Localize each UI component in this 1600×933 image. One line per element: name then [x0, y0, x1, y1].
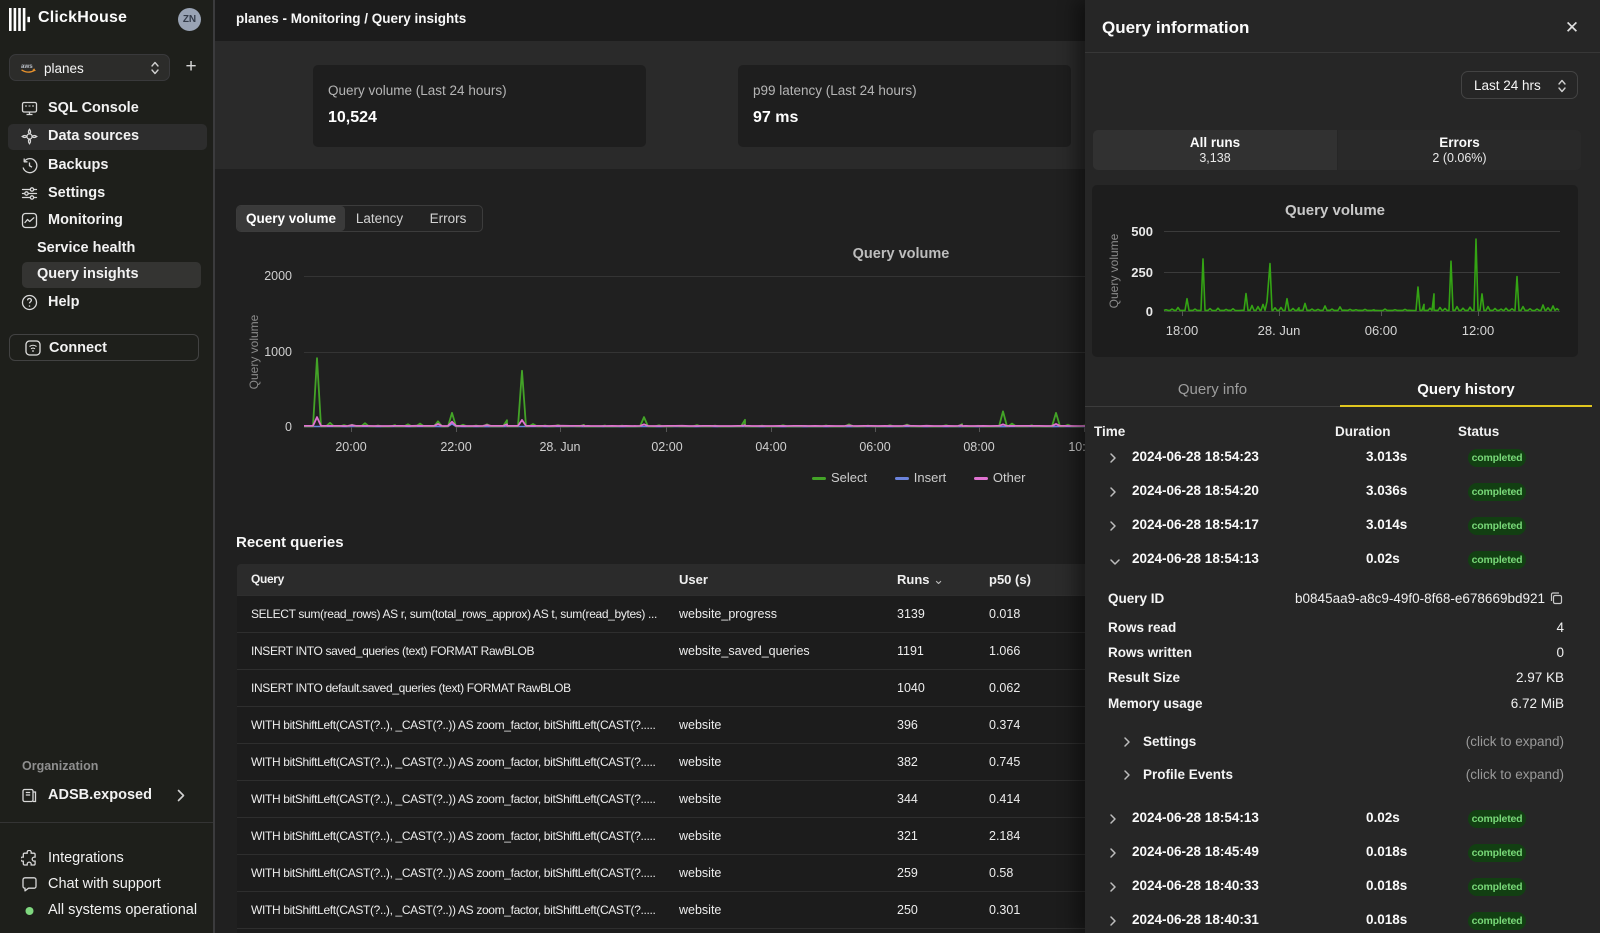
- svg-text:aws: aws: [21, 63, 33, 70]
